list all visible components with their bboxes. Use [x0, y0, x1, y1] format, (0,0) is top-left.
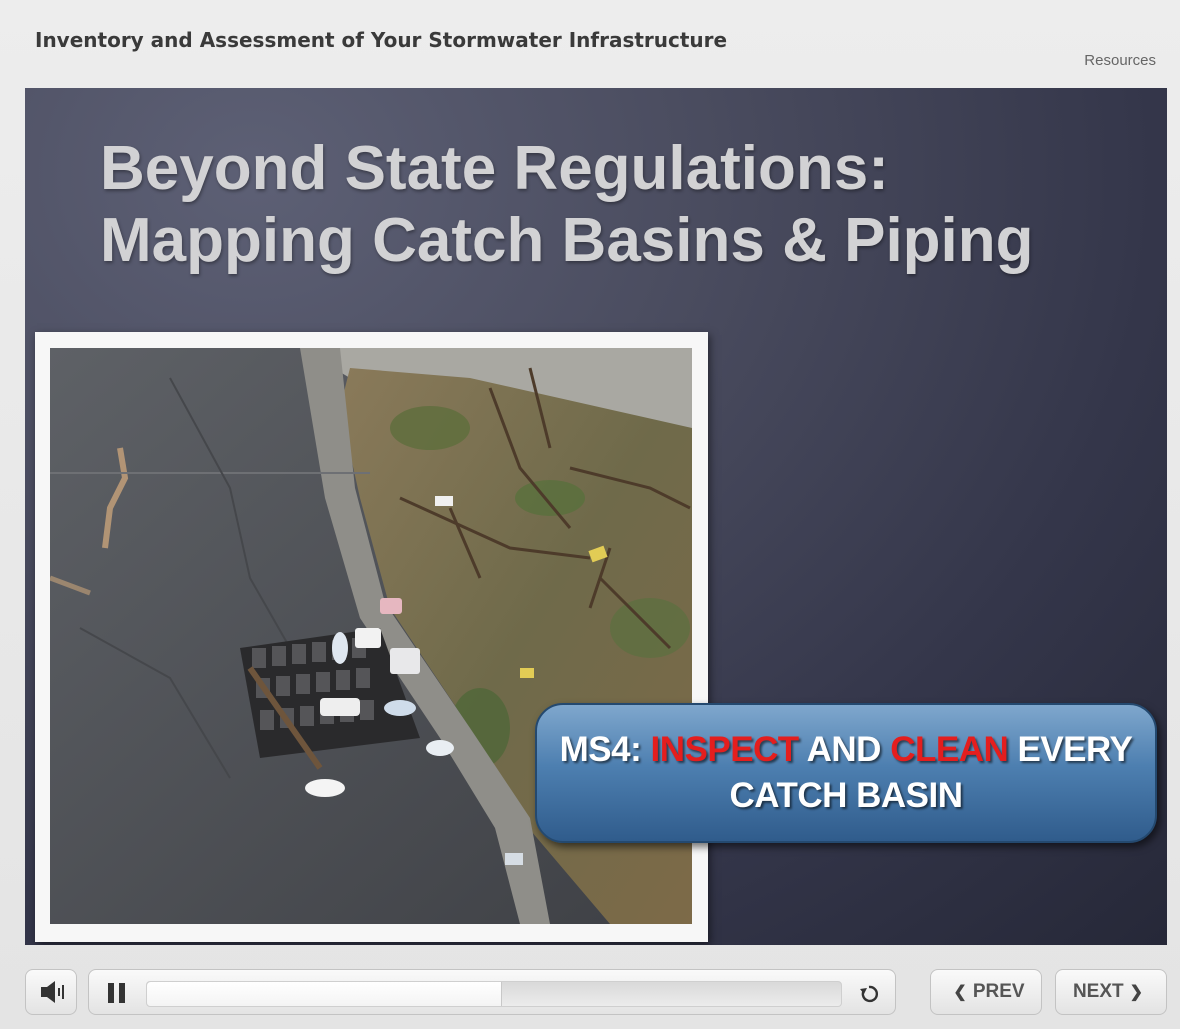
slide-title: Beyond State Regulations: Mapping Catch …: [100, 133, 1034, 277]
slide-canvas: Beyond State Regulations: Mapping Catch …: [25, 88, 1167, 945]
resources-link[interactable]: Resources: [1084, 52, 1156, 69]
callout-prefix: MS4:: [559, 730, 651, 769]
callout-clean: CLEAN: [890, 730, 1009, 769]
progress-bar[interactable]: [146, 981, 842, 1007]
slide-title-line-2: Mapping Catch Basins & Piping: [100, 206, 1034, 275]
chevron-right-icon: ❯: [1129, 984, 1144, 1001]
callout-every: EVERY: [1008, 730, 1133, 769]
chevron-left-icon: ❮: [953, 984, 967, 1001]
callout-and: AND: [798, 730, 891, 769]
callout-text: MS4: INSPECT AND CLEAN EVERY CATCH BASIN: [542, 727, 1151, 819]
volume-button[interactable]: [25, 969, 77, 1015]
slide-title-line-1: Beyond State Regulations:: [100, 134, 889, 203]
callout-inspect: INSPECT: [650, 730, 800, 769]
callout-line-2: CATCH BASIN: [729, 776, 963, 815]
next-button[interactable]: NEXT ❯: [1055, 969, 1167, 1015]
speaker-icon: [41, 981, 64, 1003]
prev-label: PREV: [972, 981, 1025, 1002]
photo-frame: [35, 332, 708, 942]
player-frame: Inventory and Assessment of Your Stormwa…: [0, 0, 1180, 1029]
pause-icon[interactable]: [108, 983, 126, 1003]
next-label: NEXT: [1072, 981, 1124, 1002]
progress-fill: [147, 982, 502, 1006]
prev-button[interactable]: ❮ PREV: [930, 969, 1042, 1015]
playback-bar: [88, 969, 896, 1015]
course-title: Inventory and Assessment of Your Stormwa…: [35, 28, 728, 52]
replay-icon[interactable]: [857, 982, 881, 1006]
ms4-callout: MS4: INSPECT AND CLEAN EVERY CATCH BASIN: [535, 703, 1157, 843]
